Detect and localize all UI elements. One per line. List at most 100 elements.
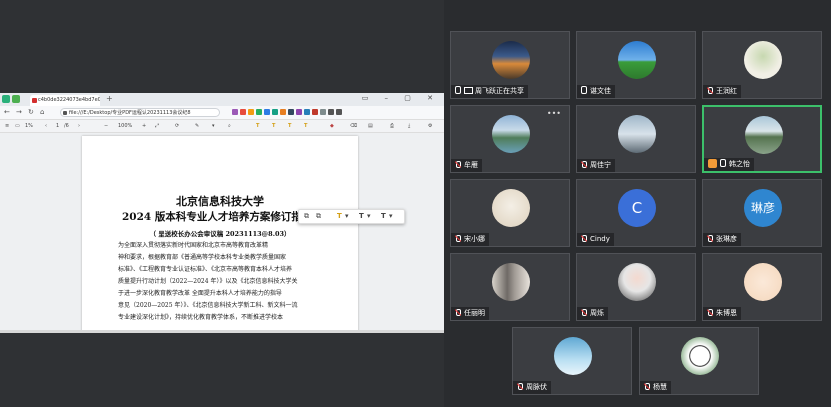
home-icon[interactable]: ⌂ [40,108,44,116]
avatar [554,337,592,375]
avatar [744,41,782,79]
mic-muted-icon [455,309,461,316]
copy-icon[interactable]: ⧉ [316,212,321,221]
window-controls[interactable]: ▭ – ▢ ✕ [362,94,440,102]
back-icon[interactable]: ← [4,108,10,116]
strike-text-button[interactable]: T [381,212,386,220]
participant-tile-active-speaker[interactable]: 韩之怡 [702,105,822,173]
mic-muted-icon [581,235,587,242]
avatar [744,263,782,301]
participant-tile[interactable]: 王润红 [702,31,822,99]
participant-tile[interactable]: 琳彦 张琳彦 [702,179,822,247]
chevron-down-icon[interactable]: ▾ [345,212,349,220]
participant-tile[interactable]: 周佳宁 [576,105,696,173]
avatar [618,115,656,153]
participant-name: 任丽明 [451,307,489,320]
new-tab-button[interactable]: + [106,94,113,103]
mic-muted-icon [707,235,713,242]
paragraph-line: 标准》、《工程教育专业认证标准》、《北京市高等教育本科人才培养 [118,266,293,273]
participant-name: 朱博恩 [703,307,741,320]
pinned-tab-icon[interactable] [2,95,10,103]
avatar [618,41,656,79]
tab-bar: c4b0de3224073e4bd7e0 + ▭ – ▢ ✕ [0,93,444,106]
reload-icon[interactable]: ↻ [28,108,34,116]
doc-subtitle: （ 呈送校长办公会审议稿 20231113@8.03） [149,230,291,238]
sidebar-icon[interactable]: ▭ [15,123,20,129]
prev-page-icon[interactable]: ‹ [45,123,47,129]
tab-title: c4b0de3224073e4bd7e0 [38,97,100,103]
avatar [681,337,719,375]
mic-muted-icon [581,309,587,316]
url-field[interactable]: file:///E:/Desktop/专业PDF运程认20231113会议纪8 [60,108,220,117]
text-icon[interactable]: T [256,123,259,129]
draw-icon[interactable]: ✎ [195,123,199,129]
mic-muted-icon [644,383,650,390]
participant-gallery: 周飞跃正在共享 谌文佳 王润红 ••• 牟雁 周佳宁 韩之怡 宋小娜 C Cin… [444,0,831,407]
save-icon[interactable]: ⤓ [408,123,410,129]
tab-pdf[interactable]: c4b0de3224073e4bd7e0 [30,95,100,106]
participant-name: 周烁 [577,307,608,320]
screen-share-icon [464,87,473,94]
participant-tile[interactable]: 任丽明 [450,253,570,321]
mic-muted-icon [707,87,713,94]
avatar [492,189,530,227]
stamp-icon[interactable]: ◆ [330,123,334,129]
participant-tile[interactable]: 宋小娜 [450,179,570,247]
pdf-toolbar: ≡ ▭ 1% ‹ 1 /6 › − 100% + ⤢ ⟳ ✎ ▾ ⌕ T T T… [0,120,444,133]
search-icon[interactable]: ⌕ [228,123,231,129]
pinned-tab-icon[interactable] [12,95,20,103]
chevron-down-icon[interactable]: ▾ [389,212,393,220]
page-number[interactable]: 1 [56,123,59,129]
participant-tile[interactable]: 周飞跃正在共享 [450,31,570,99]
mic-icon [581,86,587,94]
host-icon [708,159,717,168]
zoom-in-icon[interactable]: + [142,123,146,129]
chevron-down-icon[interactable]: ▾ [367,212,371,220]
paragraph-line: 质量提升行动计划（2022—2024 年）》以及《北京信息科技大学关 [118,278,298,285]
paragraph-line: 专业建设深化计划》，持续优化教育教学体系，不断推进学校本 [118,314,284,321]
rotate-icon[interactable]: ⟳ [175,123,179,129]
avatar [492,115,530,153]
comment-icon[interactable]: ▤ [368,123,373,129]
participant-tile[interactable]: 谌文佳 [576,31,696,99]
print-icon[interactable]: ⎙ [390,123,394,129]
mic-muted-icon [455,161,461,168]
pdf-zoom[interactable]: 1% [25,123,33,129]
participant-tile[interactable]: 朱博恩 [702,253,822,321]
settings-icon[interactable]: ⚙ [428,123,432,129]
participant-name: 韩之怡 [704,158,754,171]
file-icon [63,111,67,115]
participant-tile[interactable]: C Cindy [576,179,696,247]
participant-tile[interactable]: 周烁 [576,253,696,321]
avatar: C [618,189,656,227]
highlight-text-button[interactable]: T [337,212,342,220]
underline-text-button[interactable]: T [359,212,364,220]
participant-tile[interactable]: ••• 牟雁 [450,105,570,173]
copy-icon[interactable]: ⧉ [304,212,309,221]
menu-icon[interactable]: ≡ [5,123,9,129]
participant-name: 牟雁 [451,159,482,172]
zoom-level[interactable]: 100% [118,123,132,129]
fit-page-icon[interactable]: ⤢ [155,123,159,129]
participant-tile[interactable]: 杨慧 [639,327,759,395]
paragraph-line: 神和要求，根据教育部《普通高等学校本科专业类教学质量国家 [118,254,287,261]
avatar [492,263,530,301]
pdf-page: 北京信息科技大学 2024 版本科专业人才培养方案修订指导意见 （ 呈送校长办公… [82,136,358,331]
text-icon[interactable]: T [304,123,307,129]
next-page-icon[interactable]: › [78,123,80,129]
horizontal-scrollbar[interactable] [0,330,444,333]
text-icon[interactable]: T [272,123,275,129]
extension-icons[interactable] [232,109,344,116]
participant-tile[interactable]: 周脉伏 [512,327,632,395]
mic-icon [455,86,461,94]
zoom-out-icon[interactable]: − [104,123,108,129]
url-text: file:///E:/Desktop/专业PDF运程认20231113会议纪8 [69,110,191,116]
erase-icon[interactable]: ⌫ [350,123,357,129]
forward-icon[interactable]: → [16,108,22,116]
document-viewer[interactable]: 北京信息科技大学 2024 版本科专业人才培养方案修订指导意见 （ 呈送校长办公… [0,133,444,331]
avatar [492,41,530,79]
mic-muted-icon [707,309,713,316]
highlight-icon[interactable]: ▾ [212,123,215,129]
more-options-icon[interactable]: ••• [547,109,561,118]
text-icon[interactable]: T [288,123,291,129]
